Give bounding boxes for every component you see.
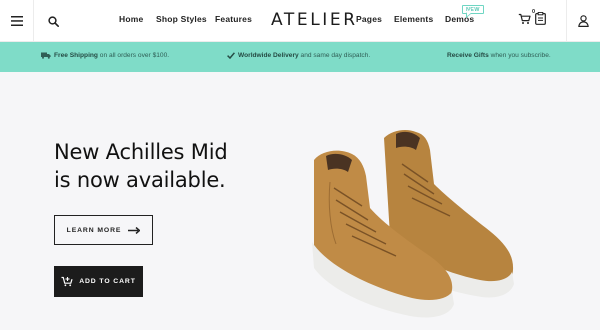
nav-home[interactable]: Home — [119, 14, 143, 24]
cart-button[interactable]: 0 — [518, 9, 535, 25]
nav-features[interactable]: Features — [215, 14, 252, 24]
promo-gifts-strong: Receive Gifts — [447, 52, 489, 59]
hero-headline-line2: is now available. — [54, 168, 226, 192]
wishlist-button[interactable] — [535, 12, 546, 25]
menu-button[interactable] — [0, 0, 34, 42]
promo-gifts-text: when you subscribe. — [488, 52, 551, 59]
cart-add-icon — [61, 276, 73, 287]
user-icon — [578, 15, 589, 27]
product-image — [312, 130, 514, 318]
nav-pages[interactable]: Pages — [356, 14, 382, 24]
hero-headline: New Achilles Mid is now available. — [54, 138, 228, 194]
promo-shipping-strong: Free Shipping — [54, 52, 98, 59]
promo-bar: Free Shipping on all orders over $100. W… — [0, 42, 600, 72]
nav-elements[interactable]: Elements — [394, 14, 433, 24]
search-button[interactable] — [34, 0, 72, 42]
new-badge: NEW — [462, 5, 484, 14]
site-logo[interactable]: ATELIER — [271, 10, 358, 30]
hamburger-icon — [10, 16, 23, 26]
account-button[interactable] — [566, 0, 600, 42]
hero-banner: New Achilles Mid is now available. LEARN… — [0, 72, 600, 330]
promo-shipping-text: on all orders over $100. — [97, 52, 170, 59]
cart-icon — [518, 13, 531, 24]
check-icon — [227, 52, 235, 59]
nav-demos[interactable]: Demos — [445, 14, 474, 24]
hero-headline-line1: New Achilles Mid — [54, 140, 228, 164]
clipboard-icon — [535, 12, 546, 25]
promo-delivery: Worldwide Delivery and same day dispatch… — [227, 52, 370, 59]
search-icon — [47, 15, 59, 27]
learn-more-label: LEARN MORE — [66, 226, 122, 234]
promo-delivery-text: and same day dispatch. — [298, 52, 371, 59]
truck-icon — [41, 52, 51, 59]
add-to-cart-label: ADD TO CART — [79, 278, 136, 285]
site-header: Home Shop Styles Features ATELIER Pages … — [0, 0, 600, 42]
nav-shop-styles[interactable]: Shop Styles — [156, 14, 207, 24]
promo-delivery-strong: Worldwide Delivery — [238, 52, 299, 59]
arrow-right-icon — [128, 226, 141, 234]
learn-more-button[interactable]: LEARN MORE — [54, 215, 153, 245]
add-to-cart-button[interactable]: ADD TO CART — [54, 266, 143, 297]
promo-gifts: Receive Gifts when you subscribe. — [447, 52, 551, 59]
promo-shipping: Free Shipping on all orders over $100. — [41, 52, 169, 59]
